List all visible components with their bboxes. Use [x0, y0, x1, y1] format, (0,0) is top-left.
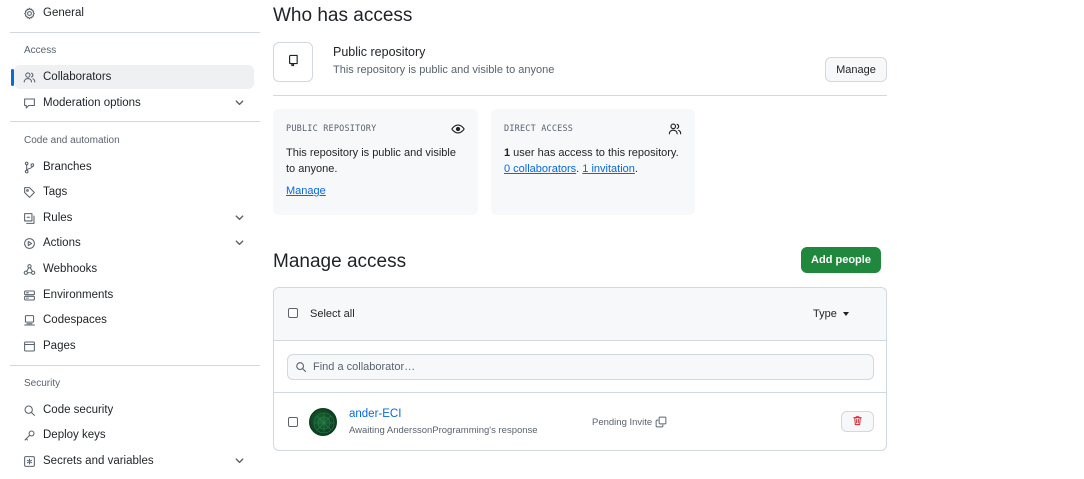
git-branch-icon: [22, 160, 36, 174]
collaborator-username[interactable]: ander-ECI: [349, 408, 401, 420]
chevron-down-icon[interactable]: [234, 237, 246, 249]
card-text: 1 user has access to this repository. 0 c…: [504, 145, 684, 177]
section-heading-security: Security: [24, 378, 61, 389]
direct-access-card: DIRECT ACCESS 1 user has access to this …: [491, 109, 695, 215]
card-text-part: user has access to this repository.: [510, 147, 679, 159]
sidebar-item-tags[interactable]: Tags: [14, 180, 254, 204]
sidebar-item-label: Rules: [43, 212, 73, 224]
key-icon: [22, 428, 36, 442]
manage-access-title: Manage access: [273, 251, 407, 272]
sidebar-item-label: Tags: [43, 186, 68, 198]
table-row: ander-ECI Awaiting AnderssonProgramming'…: [274, 393, 886, 450]
search-row: [274, 341, 886, 393]
remove-collaborator-button[interactable]: [841, 411, 874, 432]
manage-link[interactable]: Manage: [286, 185, 326, 197]
rules-icon: [22, 211, 36, 225]
codespaces-icon: [22, 313, 36, 327]
sidebar-item-label: Secrets and variables: [43, 455, 154, 467]
sidebar-item-label: Deploy keys: [43, 429, 106, 441]
invitation-link[interactable]: 1 invitation: [582, 163, 635, 175]
sidebar-item-label: Actions: [43, 237, 81, 249]
page-title: Who has access: [273, 5, 413, 26]
sidebar-item-secrets[interactable]: Secrets and variables: [14, 449, 254, 473]
divider: [10, 32, 260, 33]
collaborator-status-text: Awaiting AnderssonProgramming's response: [349, 425, 538, 436]
collaborator-search[interactable]: [287, 354, 874, 380]
sidebar-item-label: Branches: [43, 161, 92, 173]
sidebar-item-label: Code security: [43, 404, 114, 416]
eye-icon: [451, 122, 465, 136]
sidebar-item-label: Collaborators: [43, 71, 112, 83]
select-all-checkbox[interactable]: [288, 308, 298, 318]
sidebar-item-codespaces[interactable]: Codespaces: [14, 308, 254, 332]
tag-icon: [22, 185, 36, 199]
divider: [273, 95, 887, 96]
sidebar-item-deploy-keys[interactable]: Deploy keys: [14, 423, 254, 447]
end-text: .: [634, 163, 638, 175]
divider: [10, 121, 260, 122]
divider: [10, 365, 260, 366]
add-people-button[interactable]: Add people: [801, 247, 881, 273]
triangle-down-icon: [842, 312, 849, 316]
row-checkbox[interactable]: [288, 417, 298, 427]
repo-visibility-title: Public repository: [333, 45, 426, 59]
sidebar-item-code-security[interactable]: Code security: [14, 398, 254, 422]
chevron-down-icon[interactable]: [234, 455, 246, 467]
chevron-down-icon[interactable]: [234, 97, 246, 109]
sidebar-item-collaborators[interactable]: Collaborators: [11, 65, 254, 89]
sidebar-item-moderation[interactable]: Moderation options: [14, 91, 254, 115]
asterisk-icon: [22, 454, 36, 468]
trash-icon: [852, 415, 863, 429]
people-icon: [668, 122, 682, 136]
play-icon: [22, 236, 36, 250]
section-heading-access: Access: [24, 45, 57, 56]
browser-icon: [22, 339, 36, 353]
collaborators-table: Select all Type ander-ECI Awaiting Ander…: [273, 287, 887, 451]
pending-invite: Pending Invite: [592, 416, 667, 428]
card-heading: PUBLIC REPOSITORY: [286, 124, 377, 134]
repo-visibility-icon-box: [273, 42, 313, 82]
sidebar-item-general[interactable]: General: [14, 1, 254, 25]
sidebar-item-label: Webhooks: [43, 263, 98, 275]
collaborators-link[interactable]: 0 collaborators: [504, 163, 576, 175]
sidebar-item-label: Pages: [43, 340, 76, 352]
comment-icon: [22, 96, 36, 110]
sidebar-item-label: Codespaces: [43, 314, 107, 326]
sidebar-item-webhooks[interactable]: Webhooks: [14, 257, 254, 281]
sidebar-item-branches[interactable]: Branches: [14, 155, 254, 179]
sidebar-item-label: General: [43, 7, 84, 19]
repo-visibility-subtitle: This repository is public and visible to…: [333, 64, 555, 76]
server-icon: [22, 288, 36, 302]
sidebar-item-label: Environments: [43, 289, 114, 301]
settings-sidebar: General Access Collaborators Moderation …: [0, 0, 262, 479]
sidebar-item-environments[interactable]: Environments: [14, 283, 254, 307]
card-text: This repository is public and visible to…: [286, 147, 456, 175]
search-input[interactable]: [313, 358, 868, 376]
select-all-label[interactable]: Select all: [310, 308, 355, 320]
chevron-down-icon[interactable]: [234, 212, 246, 224]
webhook-icon: [22, 262, 36, 276]
public-repository-card: PUBLIC REPOSITORY This repository is pub…: [273, 109, 478, 215]
sidebar-item-actions[interactable]: Actions: [14, 231, 254, 255]
pending-invite-label: Pending Invite: [592, 416, 653, 428]
section-heading-code-automation: Code and automation: [24, 135, 120, 146]
shield-icon: [22, 403, 36, 417]
gear-icon: [22, 6, 36, 20]
search-icon: [295, 361, 308, 374]
repo-icon: [287, 54, 300, 70]
type-filter-label: Type: [813, 308, 837, 320]
card-heading: DIRECT ACCESS: [504, 124, 574, 134]
sidebar-item-label: Moderation options: [43, 97, 141, 109]
sidebar-item-rules[interactable]: Rules: [14, 206, 254, 230]
copy-icon[interactable]: [655, 416, 667, 428]
type-filter-dropdown[interactable]: Type: [813, 308, 849, 320]
avatar[interactable]: [309, 408, 337, 436]
sidebar-item-pages[interactable]: Pages: [14, 334, 254, 358]
person-icon: [22, 70, 36, 84]
table-header: Select all Type: [274, 288, 886, 341]
manage-visibility-button[interactable]: Manage: [825, 57, 887, 82]
active-indicator: [11, 69, 14, 86]
